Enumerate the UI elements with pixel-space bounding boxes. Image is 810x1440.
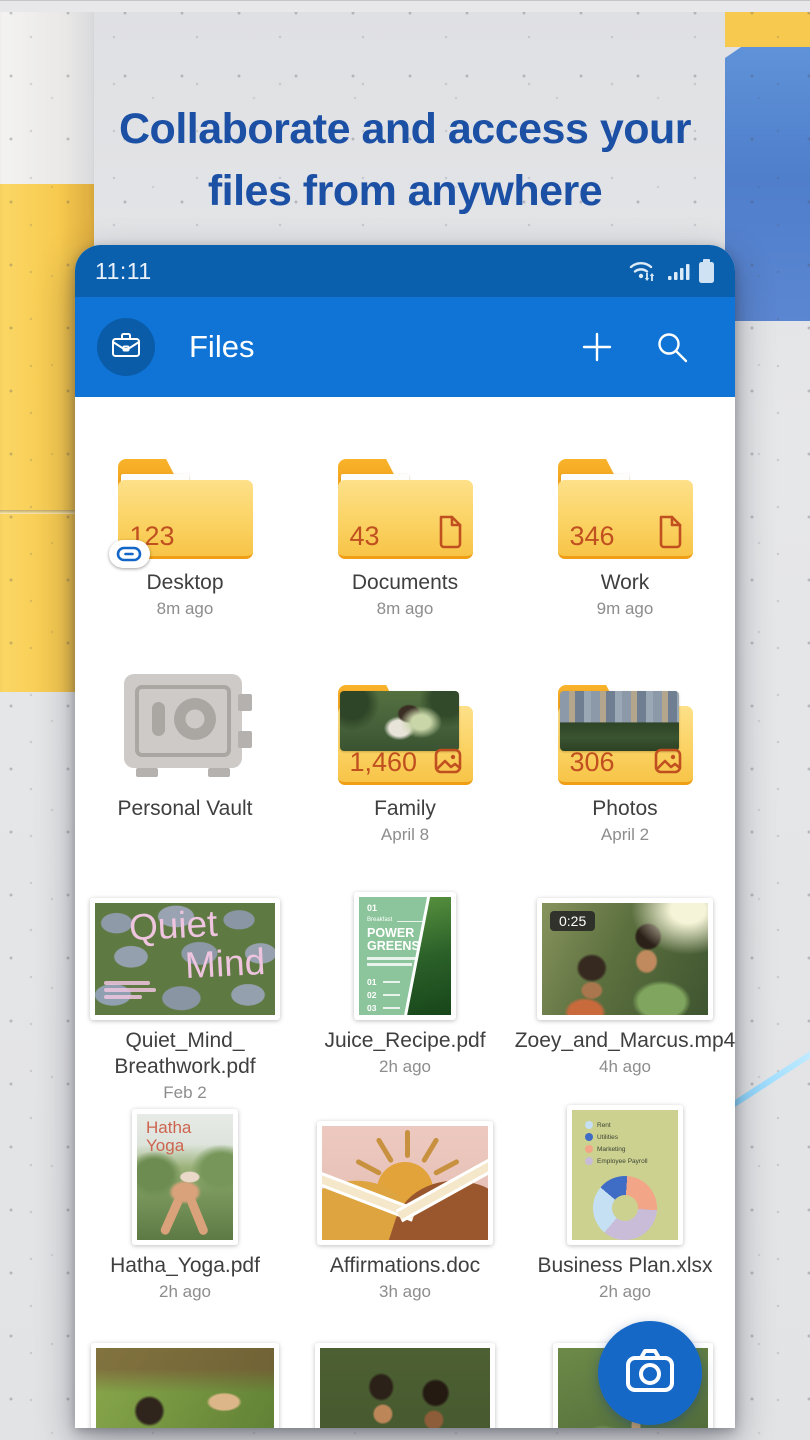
photo-tile-cropped[interactable] [85, 1343, 285, 1428]
file-name: Juice_Recipe.pdf [324, 1028, 485, 1054]
file-tile-hatha-yoga[interactable]: Hatha Yoga Hatha_Yoga.pdf 2h ago [85, 1109, 285, 1302]
folder-cover-photo [560, 691, 679, 751]
folder-tile-desktop[interactable]: 123 Desktop 8m ago [85, 447, 285, 619]
file-name: Desktop [146, 570, 223, 596]
folder-icon: 346 [558, 459, 693, 559]
pdf-thumbnail: Quiet Mind [95, 903, 275, 1015]
app-bar: Files [75, 297, 735, 397]
thumbnail-text: Mind [184, 941, 266, 987]
legend-dot [585, 1121, 593, 1129]
folder-cover-photo [340, 691, 459, 751]
folder-item-count: 306 [570, 747, 615, 778]
file-meta: 2h ago [599, 1282, 651, 1302]
folder-icon: 123 [118, 459, 253, 559]
file-tile-juice-recipe[interactable]: 01 Breakfast POWER GREENS 01 02 03 [305, 888, 505, 1077]
file-name: Documents [352, 570, 458, 596]
thumbnail-text: Hatha Yoga [146, 1119, 191, 1155]
folder-tile-family[interactable]: 1,460 Family April 8 [305, 673, 505, 845]
file-meta: Feb 2 [163, 1083, 206, 1103]
cell-signal-icon [667, 259, 691, 283]
page-title: Files [189, 329, 254, 365]
document-icon [655, 515, 683, 549]
file-meta: April 2 [601, 825, 649, 845]
file-meta: 4h ago [599, 1057, 651, 1077]
file-name: Photos [592, 796, 657, 822]
folder-item-count: 43 [350, 521, 380, 552]
legend-label: Rent [597, 1122, 611, 1129]
file-tile-zoey-and-marcus[interactable]: 0:25 Zoey_and_Marcus.mp4 4h ago [525, 888, 725, 1077]
legend-dot [585, 1145, 593, 1153]
folder-tile-work[interactable]: 346 Work 9m ago [525, 447, 725, 619]
file-tile-affirmations[interactable]: Affirmations.doc 3h ago [305, 1109, 505, 1302]
account-avatar[interactable] [97, 318, 155, 376]
thumbnail-text: 01 [367, 977, 376, 987]
file-grid: 123 Desktop 8m ago [75, 397, 735, 1428]
pdf-thumbnail: 01 Breakfast POWER GREENS 01 02 03 [359, 897, 451, 1015]
donut-chart [593, 1176, 657, 1240]
camera-icon [622, 1345, 678, 1402]
background-bottom-strip [0, 0, 810, 12]
add-button[interactable] [579, 329, 615, 365]
folder-tile-documents[interactable]: 43 Documents 8m ago [305, 447, 505, 619]
image-icon [653, 747, 683, 775]
document-icon [435, 515, 463, 549]
phone-screenshot: 11:11 [75, 245, 735, 1428]
folder-icon: 1,460 [338, 685, 473, 785]
file-meta: 9m ago [597, 599, 654, 619]
file-meta: 8m ago [157, 599, 214, 619]
photo-thumbnail [96, 1348, 274, 1428]
vault-icon [110, 670, 260, 785]
file-name: Personal Vault [117, 796, 252, 822]
photo-thumbnail [320, 1348, 490, 1428]
link-icon [109, 540, 150, 568]
file-name: Family [374, 796, 436, 822]
folder-tile-photos[interactable]: 306 Photos April 2 [525, 673, 725, 845]
search-button[interactable] [655, 330, 689, 364]
file-tile-business-plan[interactable]: Rent Utilities Marketing Employee P [525, 1109, 725, 1302]
legend-dot [585, 1157, 593, 1165]
image-icon [433, 747, 463, 775]
file-meta: April 8 [381, 825, 429, 845]
thumbnail-text: 02 [367, 990, 376, 1000]
hero-title: Collaborate and access your files from a… [0, 98, 810, 222]
file-name: Business Plan.xlsx [537, 1253, 712, 1279]
legend-label: Utilities [597, 1134, 618, 1141]
legend-label: Marketing [597, 1146, 626, 1153]
file-meta: 3h ago [379, 1282, 431, 1302]
legend-label: Employee Payroll [597, 1158, 648, 1165]
folder-icon: 306 [558, 685, 693, 785]
clock-time: 11:11 [95, 258, 152, 285]
thumbnail-photo-slice [401, 897, 451, 1015]
video-thumbnail: 0:25 [542, 903, 708, 1015]
file-name: Work [601, 570, 650, 596]
file-name: Affirmations.doc [330, 1253, 480, 1279]
file-name: Zoey_and_Marcus.mp4 [515, 1028, 735, 1054]
doc-thumbnail [322, 1126, 488, 1240]
folder-icon: 43 [338, 459, 473, 559]
thumbnail-text: 03 [367, 1003, 376, 1013]
thumbnail-text: POWER GREENS [367, 927, 420, 953]
pdf-thumbnail: Hatha Yoga [137, 1114, 233, 1240]
file-meta: 2h ago [379, 1057, 431, 1077]
briefcase-icon [110, 330, 142, 365]
camera-fab-button[interactable] [598, 1321, 702, 1425]
thumbnail-text: Quiet [128, 903, 219, 949]
xlsx-thumbnail: Rent Utilities Marketing Employee P [572, 1110, 678, 1240]
wifi-transfer-icon [628, 259, 660, 283]
battery-icon [698, 258, 715, 284]
video-duration-badge: 0:25 [550, 911, 595, 931]
thumbnail-text: Breakfast [367, 917, 392, 923]
file-tile-quiet-mind[interactable]: Quiet Mind Quiet_Mind_ Breathwork.pdf Fe… [85, 888, 285, 1103]
file-meta: 8m ago [377, 599, 434, 619]
folder-item-count: 1,460 [350, 747, 418, 778]
thumbnail-text: 01 [367, 903, 377, 913]
folder-item-count: 346 [570, 521, 615, 552]
file-name: Quiet_Mind_ Breathwork.pdf [114, 1028, 255, 1080]
file-name: Hatha_Yoga.pdf [110, 1253, 260, 1279]
status-bar: 11:11 [75, 245, 735, 297]
legend-dot [585, 1133, 593, 1141]
photo-tile-cropped[interactable] [305, 1343, 505, 1428]
folder-tile-personal-vault[interactable]: Personal Vault [85, 673, 285, 825]
file-meta: 2h ago [159, 1282, 211, 1302]
